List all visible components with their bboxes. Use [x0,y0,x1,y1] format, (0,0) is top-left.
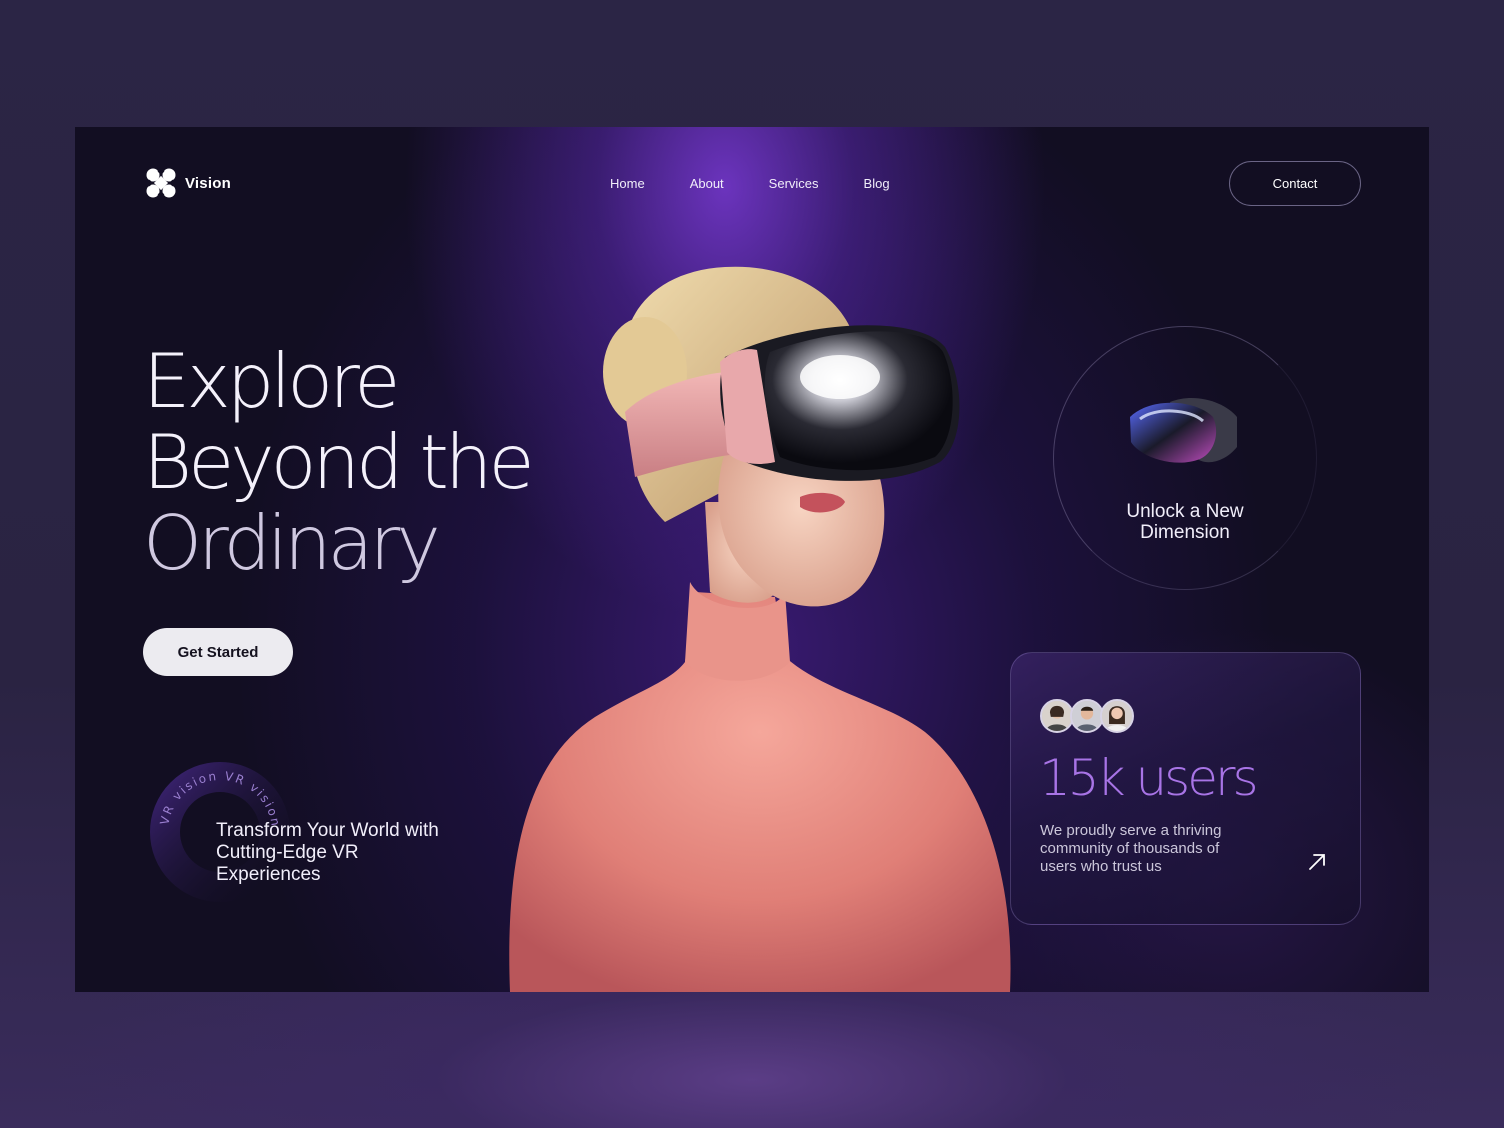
main-nav: Home About Services Blog [610,176,890,191]
avatar [1040,699,1074,733]
users-description: We proudly serve a thriving community of… [1040,822,1222,875]
nav-about[interactable]: About [690,176,724,191]
nav-services[interactable]: Services [769,176,819,191]
nav-home[interactable]: Home [610,176,645,191]
arrow-up-right-icon[interactable] [1306,851,1328,873]
contact-button[interactable]: Contact [1229,161,1361,206]
get-started-button[interactable]: Get Started [143,628,293,676]
brand-name: Vision [185,174,231,192]
users-card[interactable]: 15k users We proudly serve a thriving co… [1010,652,1361,925]
x-petal-logo-icon [145,167,177,199]
avatar [1070,699,1104,733]
brand-logo[interactable]: Vision [145,167,231,199]
woman-vr-image [509,266,1011,992]
avatar [1100,699,1134,733]
landing-page: Vision Home About Services Blog Contact … [75,127,1429,992]
hero-tagline: Transform Your World with Cutting-Edge V… [216,820,439,885]
user-avatars [1040,699,1134,733]
vr-headset-icon [1130,397,1237,463]
feature-title: Unlock a New Dimension [1126,501,1244,543]
nav-blog[interactable]: Blog [864,176,890,191]
users-count: 15k users [1039,749,1259,807]
